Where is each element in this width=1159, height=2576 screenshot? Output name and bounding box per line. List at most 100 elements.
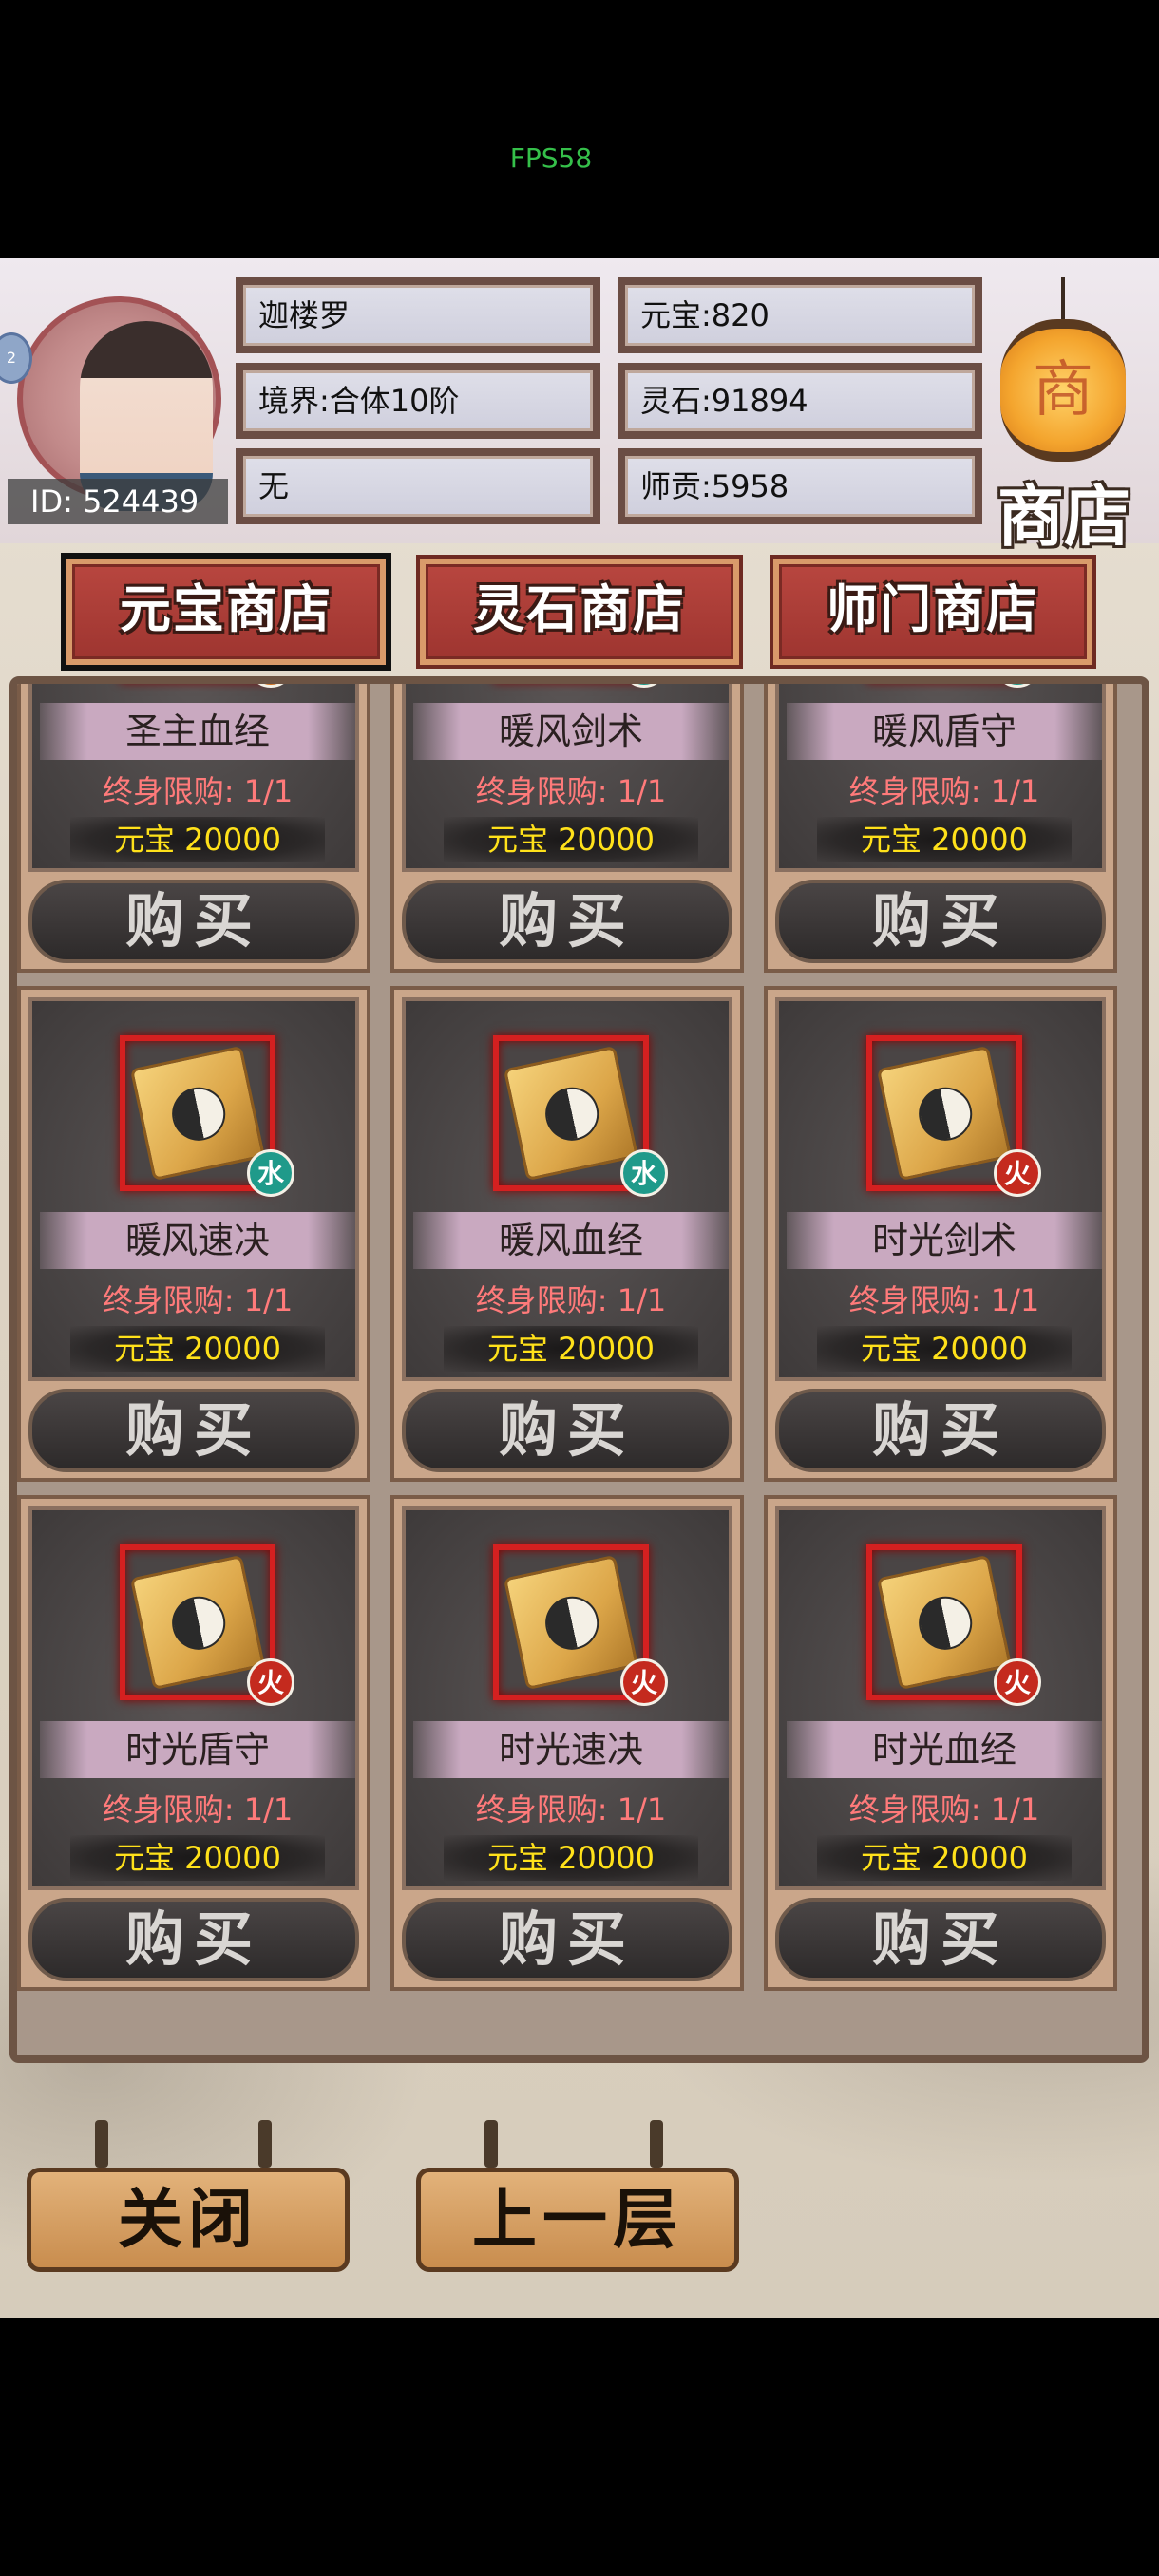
purchase-limit: 终身限购: 1/1 [848,773,1040,809]
sign-post [95,2120,108,2168]
shop-item-grid[interactable]: 土圣主血经终身限购: 1/1元宝 20000购买水暖风剑术终身限购: 1/1元宝… [10,676,1150,2063]
element-badge-icon: 水 [994,684,1041,688]
player-sect-field: 无 [236,448,600,524]
sign-post [258,2120,272,2168]
item-price: 元宝 20000 [817,1326,1072,1372]
item-display: 火时光盾守终身限购: 1/1 元宝 20000 [28,1506,359,1890]
yinyang-icon [540,1591,604,1655]
game-screen: 2 ID: 524439 迦楼罗 境界:合体10阶 无 元宝:820 灵石:91… [0,258,1159,2318]
shigong-balance: 师贡:5958 [618,448,982,524]
item-name: 暖风速决 [40,1212,355,1269]
shop-item-scroll-area[interactable]: 土圣主血经终身限购: 1/1元宝 20000购买水暖风剑术终身限购: 1/1元宝… [17,684,1142,2055]
buy-button[interactable]: 购买 [402,1898,732,1981]
element-badge-icon: 水 [247,1149,294,1197]
purchase-limit: 终身限购: 1/1 [475,773,667,809]
buy-button[interactable]: 购买 [775,1389,1106,1472]
item-display: 水暖风血经 终身限购: 1/1 元宝 20000 [402,997,732,1381]
shop-item-card[interactable]: 水暖风血经 终身限购: 1/1 元宝 20000 购买 [390,986,744,1482]
element-badge-icon: 火 [994,1149,1041,1197]
shop-item-card[interactable]: 水暖风剑术终身限购: 1/1 元宝 20000 购买 [390,684,744,973]
item-icon-frame[interactable]: 土 [247,684,294,688]
element-badge-icon: 水 [620,1149,668,1197]
buy-button[interactable]: 购买 [402,1389,732,1472]
player-name-field: 迦楼罗 [236,277,600,353]
item-price: 元宝 20000 [444,1326,698,1372]
skill-book-icon [129,1045,266,1182]
player-id: ID: 524439 [8,479,228,524]
element-badge-icon: 水 [620,684,668,688]
item-price: 元宝 20000 [444,1835,698,1881]
tab-lingshi-shop[interactable]: 灵石商店 [420,559,739,665]
close-button[interactable]: 关闭 [27,2168,350,2272]
tab-sect-shop[interactable]: 师门商店 [773,559,1092,665]
item-price: 元宝 20000 [70,1326,325,1372]
skill-book-icon [129,1554,266,1691]
lingshi-balance: 灵石:91894 [618,363,982,439]
item-price: 元宝 20000 [817,817,1072,862]
shop-item-card[interactable]: 水暖风速决终身限购: 1/1 元宝 20000 购买 [17,986,370,1482]
purchase-limit: 终身限购: 1/1 [102,1282,294,1318]
item-price: 元宝 20000 [817,1835,1072,1881]
shop-lantern-sign: 商 商店 [983,277,1145,556]
shop-item-card[interactable]: 火时光盾守终身限购: 1/1 元宝 20000 购买 [17,1495,370,1991]
purchase-limit: 终身限购: 1/1 [848,1282,1040,1318]
item-name: 时光血经 [787,1721,1102,1778]
item-price: 元宝 20000 [444,817,698,862]
yuanbao-balance: 元宝:820 [618,277,982,353]
purchase-limit: 终身限购: 1/1 [102,773,294,809]
avatar[interactable] [17,296,221,511]
item-name: 暖风盾守 [787,703,1102,760]
item-icon-frame[interactable]: 水 [994,684,1041,688]
element-badge-icon: 火 [994,1658,1041,1706]
item-price: 元宝 20000 [70,817,325,862]
skill-book-icon [503,1045,639,1182]
item-name: 时光盾守 [40,1721,355,1778]
item-icon-frame[interactable]: 火 [120,1544,294,1706]
yinyang-icon [913,1082,978,1146]
buy-button[interactable]: 购买 [402,880,732,963]
purchase-limit: 终身限购: 1/1 [475,1791,667,1828]
item-price: 元宝 20000 [70,1835,325,1881]
item-icon-frame[interactable]: 火 [866,1544,1041,1706]
shop-item-card[interactable]: 火时光血经终身限购: 1/1 元宝 20000 购买 [764,1495,1117,1991]
yinyang-icon [166,1591,231,1655]
item-name: 时光速决 [413,1721,729,1778]
buy-button[interactable]: 购买 [775,1898,1106,1981]
skill-book-icon [503,1554,639,1691]
item-display: 火时光剑术终身限购: 1/1 元宝 20000 [775,997,1106,1381]
purchase-limit: 终身限购: 1/1 [848,1791,1040,1828]
yinyang-icon [540,1082,604,1146]
item-icon-frame[interactable]: 火 [866,1035,1041,1197]
purchase-limit: 终身限购: 1/1 [102,1791,294,1828]
item-display: 火时光血经终身限购: 1/1 元宝 20000 [775,1506,1106,1890]
item-display: 火时光速决终身限购: 1/1 元宝 20000 [402,1506,732,1890]
item-icon-frame[interactable]: 火 [493,1544,668,1706]
sign-post [650,2120,663,2168]
lantern-rope [1061,277,1065,323]
tab-yuanbao-shop[interactable]: 元宝商店 [66,559,386,665]
item-display: 水暖风盾守终身限购: 1/1 元宝 20000 [775,684,1106,872]
buy-button[interactable]: 购买 [28,1389,359,1472]
shop-item-card[interactable]: 土圣主血经终身限购: 1/1 元宝 20000 购买 [17,684,370,973]
buy-button[interactable]: 购买 [775,880,1106,963]
shop-item-card[interactable]: 火时光剑术终身限购: 1/1 元宝 20000 购买 [764,986,1117,1482]
item-name: 暖风剑术 [413,703,729,760]
skill-book-icon [876,1045,1013,1182]
item-display: 土圣主血经终身限购: 1/1 元宝 20000 [28,684,359,872]
shop-title: 商店 [998,477,1130,556]
item-display: 水暖风剑术终身限购: 1/1 元宝 20000 [402,684,732,872]
player-header: 2 ID: 524439 迦楼罗 境界:合体10阶 无 元宝:820 灵石:91… [0,258,1159,556]
item-name: 时光剑术 [787,1212,1102,1269]
yinyang-icon [913,1591,978,1655]
item-icon-frame[interactable]: 水 [620,684,668,688]
buy-button[interactable]: 购买 [28,1898,359,1981]
purchase-limit: 终身限购: 1/1 [475,1282,667,1318]
buy-button[interactable]: 购买 [28,880,359,963]
element-badge-icon: 火 [247,1658,294,1706]
lantern-icon: 商 [1000,319,1126,462]
shop-item-card[interactable]: 火时光速决终身限购: 1/1 元宝 20000 购买 [390,1495,744,1991]
item-icon-frame[interactable]: 水 [120,1035,294,1197]
item-icon-frame[interactable]: 水 [493,1035,668,1197]
shop-item-card[interactable]: 水暖风盾守终身限购: 1/1 元宝 20000 购买 [764,684,1117,973]
back-button[interactable]: 上一层 [416,2168,739,2272]
